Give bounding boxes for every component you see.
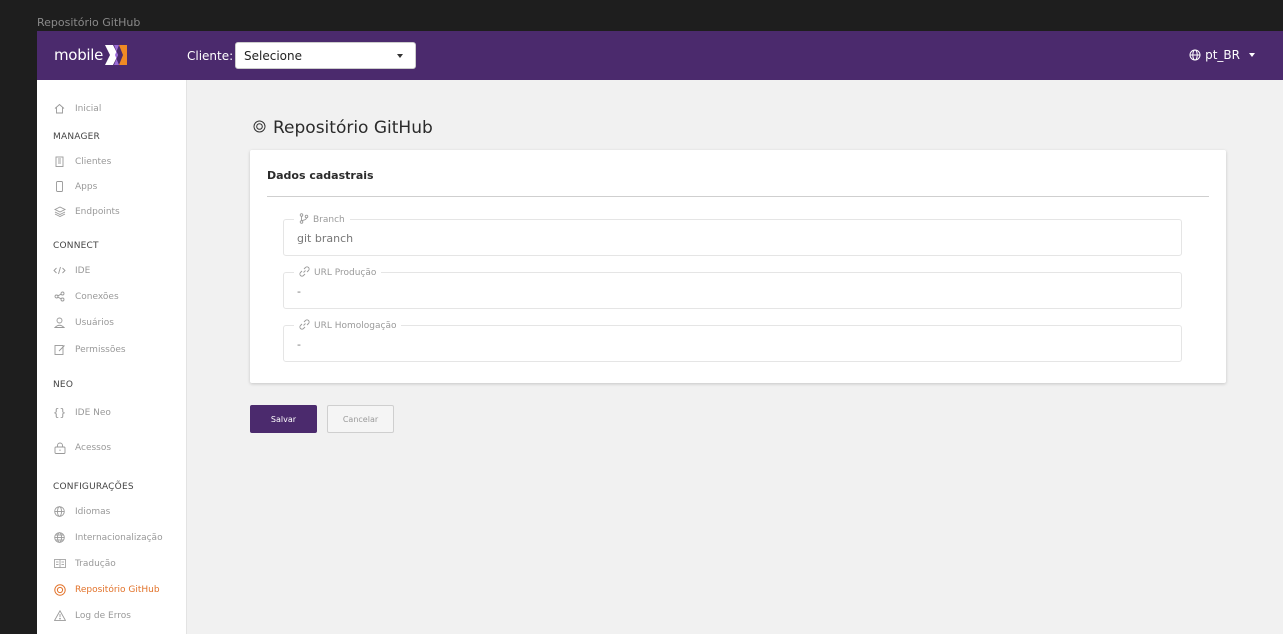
top-bar: mobile Cliente: Selecione pt_BR bbox=[37, 31, 1283, 80]
caret-down-icon bbox=[1249, 53, 1255, 57]
details-card: Dados cadastrais Branch git branch URL P… bbox=[250, 150, 1226, 383]
sidebar-item-ide-neo[interactable]: {} IDE Neo bbox=[53, 406, 111, 419]
lock-icon bbox=[53, 441, 66, 454]
layers-icon bbox=[53, 205, 66, 218]
globe-icon bbox=[53, 505, 66, 518]
sidebar-item-label: Apps bbox=[75, 181, 98, 192]
sidebar-item-apps[interactable]: Apps bbox=[53, 180, 97, 193]
sidebar-item-label: IDE Neo bbox=[75, 407, 111, 418]
cancel-button[interactable]: Cancelar bbox=[327, 405, 394, 433]
field-label-text: URL Homologação bbox=[314, 321, 397, 331]
sidebar-item-label: Inicial bbox=[75, 103, 102, 114]
card-title: Dados cadastrais bbox=[267, 169, 374, 182]
page-title-text: Repositório GitHub bbox=[273, 118, 433, 138]
sidebar-item-label: Clientes bbox=[75, 156, 112, 167]
client-label: Cliente: bbox=[187, 49, 234, 63]
home-icon bbox=[53, 102, 66, 115]
sidebar-item-label: Endpoints bbox=[75, 206, 120, 217]
sidebar-item-label: Usuários bbox=[75, 317, 114, 328]
sidebar-section-configuracoes: CONFIGURAÇÕES bbox=[53, 482, 134, 492]
sidebar-item-conexoes[interactable]: Conexões bbox=[53, 290, 119, 303]
braces-icon: {} bbox=[52, 406, 67, 419]
url-homologacao-field[interactable]: URL Homologação - bbox=[283, 319, 1182, 362]
github-icon bbox=[53, 583, 66, 596]
sidebar-item-inicial[interactable]: Inicial bbox=[53, 102, 101, 115]
sidebar-item-ide[interactable]: IDE bbox=[53, 264, 90, 277]
globe-icon bbox=[1189, 49, 1201, 61]
locale-dropdown[interactable]: pt_BR bbox=[1189, 48, 1255, 62]
branch-icon bbox=[299, 213, 309, 227]
link-icon bbox=[299, 319, 310, 333]
sidebar-item-internacionalizacao[interactable]: Internacionalização bbox=[53, 531, 163, 544]
branch-field[interactable]: Branch git branch bbox=[283, 213, 1182, 256]
share-icon bbox=[53, 290, 66, 303]
sidebar-item-label: Conexões bbox=[75, 291, 119, 302]
sidebar-section-manager: MANAGER bbox=[53, 132, 100, 142]
sidebar-item-permissoes[interactable]: Permissões bbox=[53, 343, 126, 356]
sidebar: Inicial MANAGER Clientes Apps Endpoints … bbox=[37, 80, 187, 634]
field-label-text: Branch bbox=[313, 215, 345, 225]
logo[interactable]: mobile bbox=[54, 45, 128, 65]
code-icon bbox=[53, 264, 66, 277]
url-homologacao-field-value: - bbox=[297, 338, 301, 351]
sidebar-item-label: IDE bbox=[75, 265, 91, 276]
sidebar-item-clientes[interactable]: Clientes bbox=[53, 155, 111, 168]
sidebar-item-usuarios[interactable]: Usuários bbox=[53, 316, 114, 329]
sidebar-item-label: Log de Erros bbox=[75, 610, 131, 621]
sidebar-item-repositorio-github[interactable]: Repositório GitHub bbox=[53, 583, 160, 596]
field-label-text: URL Produção bbox=[314, 268, 377, 278]
warning-icon bbox=[53, 609, 66, 622]
sidebar-item-endpoints[interactable]: Endpoints bbox=[53, 205, 120, 218]
page-title: Repositório GitHub bbox=[253, 118, 433, 138]
phone-icon bbox=[53, 180, 66, 193]
url-producao-field-value: - bbox=[297, 285, 301, 298]
logo-text: mobile bbox=[54, 46, 104, 64]
sidebar-item-label: Repositório GitHub bbox=[75, 584, 160, 595]
client-select-value: Selecione bbox=[244, 48, 302, 63]
sidebar-item-traducao[interactable]: Tradução bbox=[53, 557, 116, 570]
app-window: mobile Cliente: Selecione pt_BR Inicial … bbox=[37, 31, 1283, 634]
sidebar-item-acessos[interactable]: Acessos bbox=[53, 441, 111, 454]
url-producao-field-label: URL Produção bbox=[294, 266, 382, 280]
url-producao-field[interactable]: URL Produção - bbox=[283, 266, 1182, 309]
sidebar-item-label: Tradução bbox=[75, 558, 116, 569]
client-select[interactable]: Selecione bbox=[235, 42, 416, 69]
logo-x-icon bbox=[105, 45, 128, 65]
locale-label: pt_BR bbox=[1205, 48, 1240, 62]
link-icon bbox=[299, 266, 310, 280]
github-icon bbox=[253, 118, 266, 138]
sidebar-item-label: Idiomas bbox=[75, 506, 111, 517]
building-icon bbox=[53, 155, 66, 168]
caret-down-icon bbox=[397, 54, 403, 58]
sidebar-section-connect: CONNECT bbox=[53, 241, 99, 251]
sidebar-item-label: Acessos bbox=[75, 442, 112, 453]
branch-field-value: git branch bbox=[297, 232, 354, 245]
sidebar-item-idiomas[interactable]: Idiomas bbox=[53, 505, 110, 518]
globe-icon bbox=[53, 531, 66, 544]
sidebar-item-label: Internacionalização bbox=[75, 532, 163, 543]
edit-icon bbox=[53, 343, 66, 356]
sidebar-item-log-de-erros[interactable]: Log de Erros bbox=[53, 609, 131, 622]
sidebar-item-label: Permissões bbox=[75, 344, 126, 355]
window-title: Repositório GitHub bbox=[37, 16, 141, 29]
sidebar-section-neo: NEO bbox=[53, 380, 74, 390]
divider bbox=[267, 196, 1209, 197]
url-homologacao-field-label: URL Homologação bbox=[294, 319, 402, 333]
save-button[interactable]: Salvar bbox=[250, 405, 317, 433]
user-icon bbox=[53, 316, 66, 329]
branch-field-label: Branch bbox=[294, 213, 350, 227]
translate-icon bbox=[53, 557, 66, 570]
